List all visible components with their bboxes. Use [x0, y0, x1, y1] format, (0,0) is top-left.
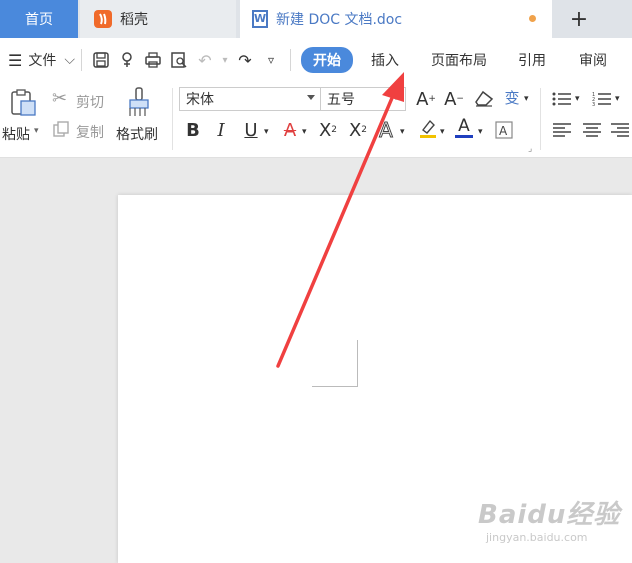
strikethrough-icon[interactable]: A	[278, 118, 302, 142]
font-color-dropdown-icon[interactable]: ▾	[478, 127, 483, 137]
subscript-icon[interactable]: X2	[346, 118, 370, 142]
copy-button[interactable]: 复制	[76, 122, 104, 142]
ribbon-tab-references[interactable]: 引用	[518, 50, 546, 70]
font-name-value: 宋体	[186, 92, 214, 108]
undo-dropdown-icon[interactable]: ▾	[220, 49, 230, 71]
divider	[289, 49, 291, 71]
chevron-down-icon	[392, 95, 400, 100]
copy-icon	[52, 120, 70, 142]
bullet-list-icon[interactable]	[550, 87, 574, 111]
chevron-down-icon: ⌵	[64, 52, 75, 68]
pinyin-dropdown-icon[interactable]: ▾	[524, 94, 529, 104]
underline-dropdown-icon[interactable]: ▾	[264, 127, 269, 137]
cut-button[interactable]: 剪切	[76, 92, 104, 112]
font-color-letter-icon: A	[458, 116, 470, 136]
unsaved-dot-icon	[529, 15, 536, 22]
font-color-icon[interactable]: A	[452, 116, 476, 140]
superscript-icon[interactable]: X2	[316, 118, 340, 142]
daoke-logo-icon	[94, 10, 112, 28]
quick-toolbar: ☰ 文件 ⌵ ↶ ▾ ↷ ▿ 开始 插入 页面布局 引用 审阅	[0, 38, 632, 82]
print-icon[interactable]	[142, 49, 164, 71]
align-left-icon[interactable]	[550, 118, 574, 142]
save-icon[interactable]	[90, 49, 112, 71]
divider	[540, 88, 541, 150]
scissors-icon: ✂	[52, 88, 68, 109]
pinyin-guide-icon[interactable]: 变	[500, 85, 524, 109]
watermark-brand: Baidu经验	[478, 500, 621, 530]
paste-icon[interactable]	[8, 88, 38, 122]
wps-writer-icon: W	[252, 10, 268, 28]
highlight-dropdown-icon[interactable]: ▾	[440, 127, 445, 137]
font-name-select[interactable]: 宋体	[179, 87, 321, 111]
ribbon-tab-review[interactable]: 审阅	[579, 50, 607, 70]
margin-corner-mark	[312, 340, 358, 387]
tab-home[interactable]: 首页	[0, 0, 78, 38]
numbered-list-dropdown-icon[interactable]: ▾	[615, 94, 620, 104]
more-dropdown-icon[interactable]: ▿	[260, 49, 282, 71]
tab-home-label: 首页	[25, 12, 53, 28]
clear-format-icon[interactable]	[472, 87, 496, 111]
hamburger-icon: ☰	[8, 50, 23, 70]
font-color-bar	[455, 135, 473, 138]
font-dialog-launcher-icon[interactable]: ⌟	[528, 144, 532, 154]
font-size-value: 五号	[327, 92, 355, 108]
tab-daoke[interactable]: 稻壳	[80, 0, 236, 38]
print-preview-icon[interactable]	[168, 49, 190, 71]
svg-text:A: A	[499, 124, 508, 138]
text-effect-icon[interactable]: A	[374, 118, 398, 143]
decrease-font-size-icon[interactable]: A −	[442, 87, 466, 111]
export-icon[interactable]	[116, 49, 138, 71]
align-right-icon[interactable]	[608, 118, 632, 142]
ribbon-tab-insert[interactable]: 插入	[371, 50, 399, 70]
paste-button[interactable]: 粘贴	[2, 124, 30, 144]
ribbon-tab-home[interactable]: 开始	[300, 47, 353, 73]
tab-document[interactable]: W 新建 DOC 文档.doc	[240, 0, 552, 38]
tab-bar: 首页 稻壳 W 新建 DOC 文档.doc +	[0, 0, 632, 38]
svg-text:3: 3	[592, 102, 595, 107]
italic-icon[interactable]: I	[209, 118, 233, 142]
undo-icon[interactable]: ↶	[194, 49, 216, 71]
format-painter-icon[interactable]	[126, 86, 152, 122]
align-center-icon[interactable]	[580, 118, 604, 142]
increase-font-size-icon[interactable]: A +	[414, 87, 438, 111]
plus-icon: +	[569, 6, 589, 32]
strikethrough-dropdown-icon[interactable]: ▾	[302, 127, 307, 137]
text-effect-dropdown-icon[interactable]: ▾	[400, 127, 405, 137]
new-tab-button[interactable]: +	[554, 0, 604, 38]
divider	[172, 88, 173, 150]
character-border-icon[interactable]: A	[492, 118, 516, 142]
redo-icon[interactable]: ↷	[234, 49, 256, 71]
divider	[80, 49, 82, 71]
numbered-list-icon[interactable]: 123	[590, 87, 614, 111]
ribbon-tab-page-layout[interactable]: 页面布局	[431, 50, 487, 70]
underline-icon[interactable]: U	[239, 118, 263, 142]
watermark-url: jingyan.baidu.com	[486, 531, 588, 544]
tab-document-label: 新建 DOC 文档.doc	[276, 12, 403, 28]
chevron-down-icon	[307, 95, 315, 100]
file-menu-button[interactable]: ☰ 文件 ⌵	[8, 50, 75, 70]
file-menu-label: 文件	[28, 53, 57, 69]
format-painter-button[interactable]: 格式刷	[116, 124, 158, 144]
font-size-select[interactable]: 五号	[320, 87, 406, 111]
baidu-watermark: Baidu经验 jingyan.baidu.com	[478, 494, 632, 554]
paste-dropdown-icon[interactable]: ▾	[34, 126, 39, 136]
tab-daoke-label: 稻壳	[120, 12, 148, 28]
bold-icon[interactable]: B	[181, 118, 205, 142]
bullet-list-dropdown-icon[interactable]: ▾	[575, 94, 580, 104]
ribbon-home: 粘贴 ▾ ✂ 剪切 复制 格式刷 宋体 五号 A + A − 变 ▾ B I U ▾…	[0, 82, 632, 158]
highlight-icon[interactable]	[416, 116, 440, 140]
